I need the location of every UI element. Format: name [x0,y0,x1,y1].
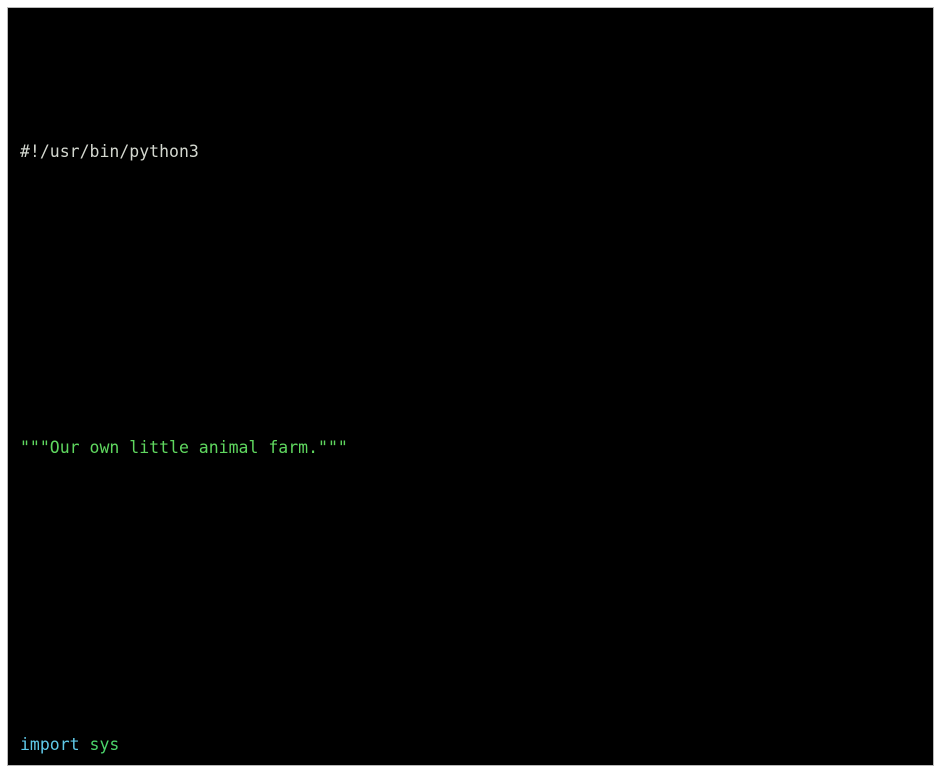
shebang-comment: #!/usr/bin/python3 [20,141,199,161]
terminal-surface[interactable]: #!/usr/bin/python3 """Our own little ani… [8,8,933,765]
code-line-4[interactable] [20,581,725,611]
module-docstring: """Our own little animal farm.""" [20,438,348,458]
import-keyword: import [20,734,80,754]
code-line-3[interactable]: """Our own little animal farm.""" [20,433,725,463]
code-line-2[interactable] [20,285,725,315]
vim-text-buffer[interactable]: #!/usr/bin/python3 """Our own little ani… [8,8,725,765]
code-line-5[interactable]: import sys [20,730,725,760]
code-line-1[interactable]: #!/usr/bin/python3 [20,137,725,167]
import-space [80,735,90,754]
import-module-name: sys [89,734,120,754]
window-frame: #!/usr/bin/python3 """Our own little ani… [0,0,952,779]
